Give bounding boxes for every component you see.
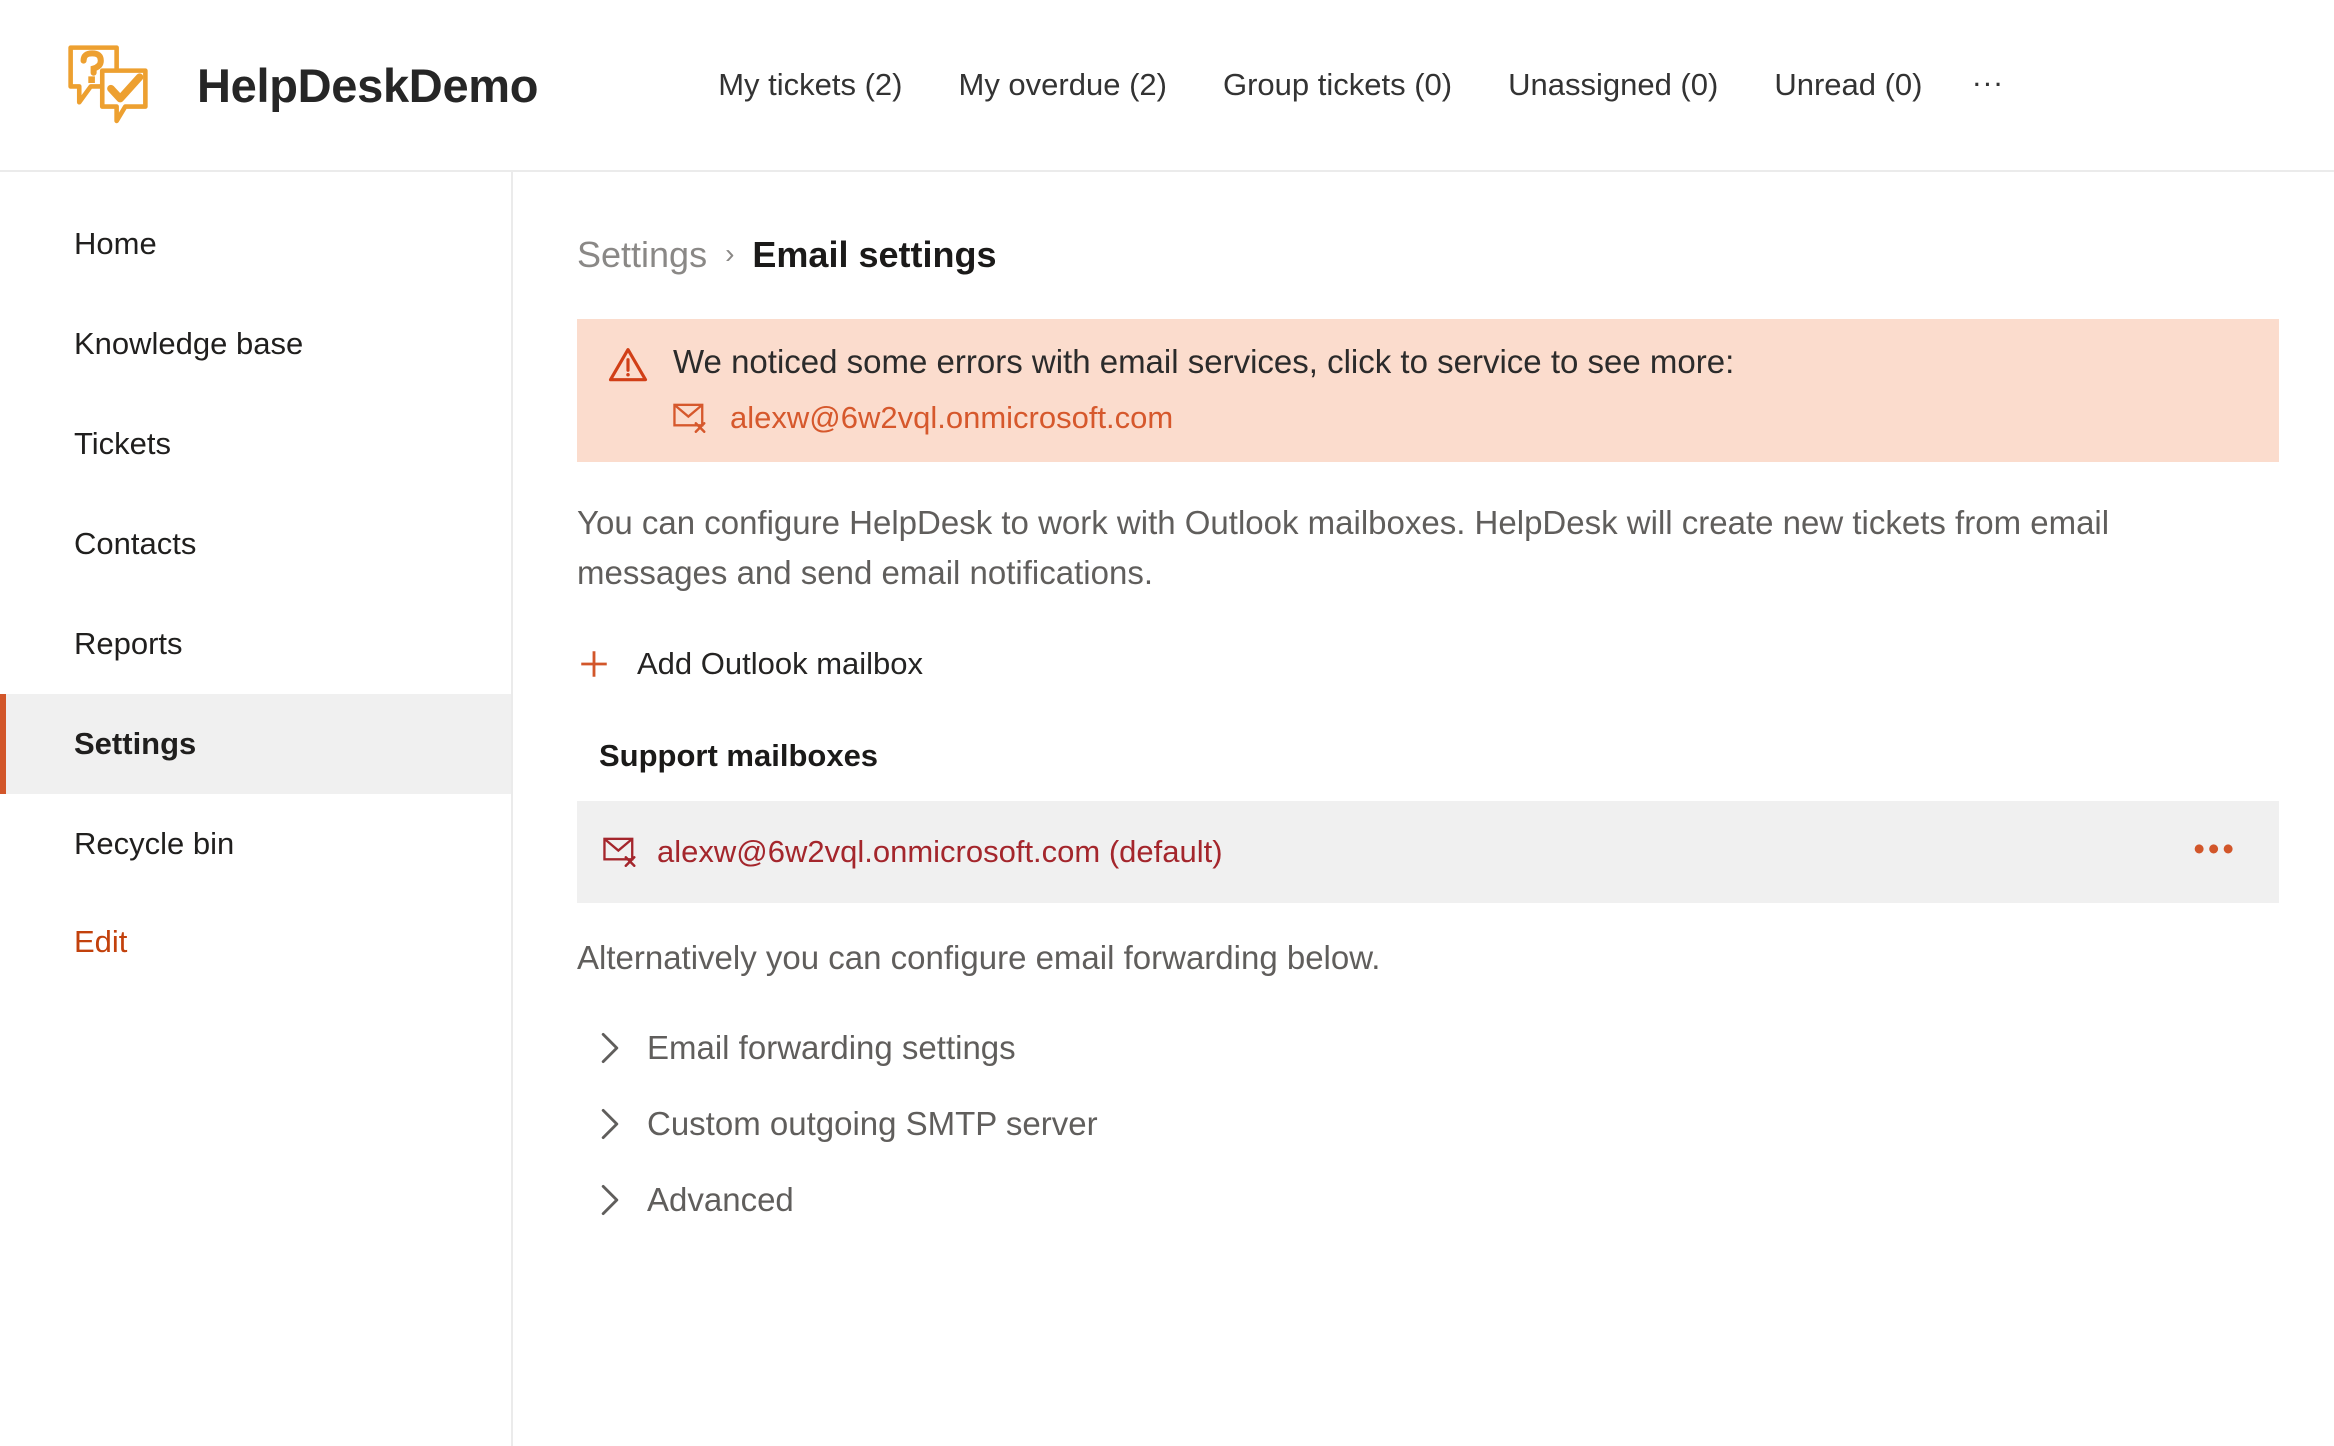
tab-group-tickets[interactable]: Group tickets (0) xyxy=(1195,56,1480,113)
accordion-email-forwarding-settings[interactable]: Email forwarding settings xyxy=(577,1010,1016,1086)
support-mailboxes-title: Support mailboxes xyxy=(599,738,879,774)
chevron-right-icon xyxy=(601,1185,619,1216)
sidebar-edit-label: Edit xyxy=(74,924,128,959)
sidebar-edit-link[interactable]: Edit xyxy=(0,894,511,990)
error-banner-link-label: alexw@6w2vql.onmicrosoft.com xyxy=(730,400,1174,435)
breadcrumb: Settings › Email settings xyxy=(577,234,2250,276)
accordion-custom-outgoing-smtp-server[interactable]: Custom outgoing SMTP server xyxy=(577,1086,1098,1162)
email-settings-accordions: Email forwarding settings Custom outgoin… xyxy=(577,1010,2250,1238)
app-body: Home Knowledge base Tickets Contacts Rep… xyxy=(0,172,2334,1446)
sidebar-item-home[interactable]: Home xyxy=(0,194,511,294)
sidebar-item-label: Tickets xyxy=(74,426,172,461)
sidebar: Home Knowledge base Tickets Contacts Rep… xyxy=(0,172,513,1446)
email-error-banner: We noticed some errors with email servic… xyxy=(577,319,2279,462)
tab-unread[interactable]: Unread (0) xyxy=(1746,56,1950,113)
add-outlook-mailbox-button[interactable]: Add Outlook mailbox xyxy=(577,646,923,682)
sidebar-item-label: Knowledge base xyxy=(74,326,304,361)
tab-my-overdue[interactable]: My overdue (2) xyxy=(931,56,1195,113)
main-content: Settings › Email settings We noticed som… xyxy=(513,172,2334,1446)
sidebar-item-recycle-bin[interactable]: Recycle bin xyxy=(0,794,511,894)
support-mailboxes-list: alexw@6w2vql.onmicrosoft.com (default) •… xyxy=(577,801,2279,904)
accordion-advanced[interactable]: Advanced xyxy=(577,1162,794,1238)
warning-triangle-icon xyxy=(608,348,648,382)
helpdesk-speech-bubbles-icon xyxy=(68,45,148,124)
mail-error-icon xyxy=(673,403,706,433)
app-title: HelpDeskDemo xyxy=(197,58,539,112)
sidebar-item-label: Home xyxy=(74,226,157,261)
tab-my-tickets[interactable]: My tickets (2) xyxy=(690,56,930,113)
sidebar-item-label: Recycle bin xyxy=(74,826,235,861)
chevron-right-icon xyxy=(601,1033,619,1064)
chevron-right-icon xyxy=(601,1109,619,1140)
tab-unassigned[interactable]: Unassigned (0) xyxy=(1480,56,1746,113)
accordion-label: Advanced xyxy=(647,1181,794,1219)
breadcrumb-separator-icon: › xyxy=(725,238,735,269)
alternative-description: Alternatively you can configure email fo… xyxy=(577,939,1381,977)
sidebar-item-label: Reports xyxy=(74,626,183,661)
accordion-label: Custom outgoing SMTP server xyxy=(647,1105,1098,1143)
error-banner-mailbox-link[interactable]: alexw@6w2vql.onmicrosoft.com xyxy=(607,400,2249,436)
breadcrumb-current: Email settings xyxy=(752,234,997,275)
sidebar-item-label: Settings xyxy=(74,726,197,761)
sidebar-item-settings[interactable]: Settings xyxy=(0,694,511,794)
sidebar-item-knowledge-base[interactable]: Knowledge base xyxy=(0,294,511,394)
sidebar-item-label: Contacts xyxy=(74,526,197,561)
error-banner-message: We noticed some errors with email servic… xyxy=(673,343,1735,380)
page-description: You can configure HelpDesk to work with … xyxy=(577,504,2110,592)
mail-error-icon xyxy=(603,837,636,868)
plus-icon xyxy=(581,651,607,678)
mailbox-row[interactable]: alexw@6w2vql.onmicrosoft.com (default) •… xyxy=(577,801,2279,904)
top-navigation: My tickets (2) My overdue (2) Group tick… xyxy=(690,56,2026,113)
accordion-label: Email forwarding settings xyxy=(647,1029,1016,1067)
mailbox-address: alexw@6w2vql.onmicrosoft.com (default) xyxy=(657,834,1223,870)
top-nav-overflow-icon[interactable]: ... xyxy=(1951,60,2027,104)
sidebar-item-tickets[interactable]: Tickets xyxy=(0,394,511,494)
sidebar-item-reports[interactable]: Reports xyxy=(0,594,511,694)
app-header: HelpDeskDemo My tickets (2) My overdue (… xyxy=(0,0,2334,172)
breadcrumb-parent[interactable]: Settings xyxy=(577,234,707,276)
brand[interactable]: HelpDeskDemo xyxy=(0,39,539,131)
sidebar-item-contacts[interactable]: Contacts xyxy=(0,494,511,594)
mailbox-link[interactable]: alexw@6w2vql.onmicrosoft.com (default) xyxy=(603,834,1223,870)
add-outlook-mailbox-label: Add Outlook mailbox xyxy=(637,646,924,682)
mailbox-row-overflow-icon[interactable]: ••• xyxy=(2181,828,2249,877)
